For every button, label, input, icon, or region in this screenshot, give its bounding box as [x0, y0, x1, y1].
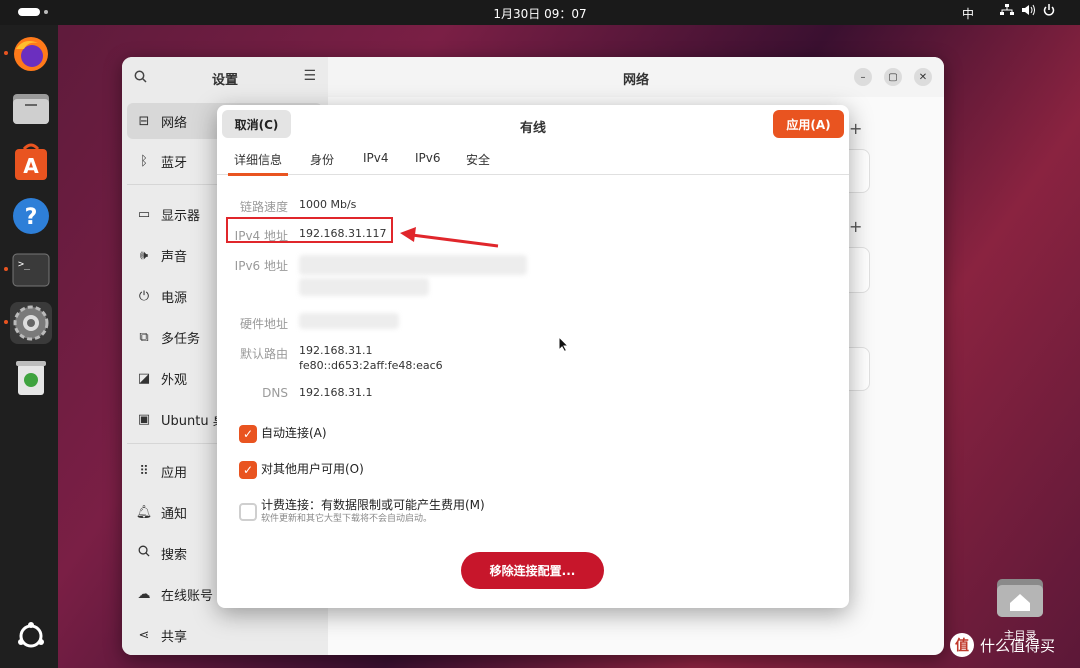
sidebar-item-label: 共享: [161, 629, 188, 645]
add-icon[interactable]: +: [849, 119, 862, 138]
cloud-icon: ☁: [137, 586, 151, 602]
sidebar-item-label: 显示器: [161, 208, 201, 224]
sidebar-item-label: 蓝牙: [161, 155, 188, 171]
watermark-logo-icon: 值: [950, 633, 974, 657]
ipv6-label: IPv6 地址: [234, 259, 288, 273]
watermark-text: 什么值得买: [980, 636, 1056, 655]
default-route-v6: fe80::d653:2aff:fe48:eac6: [299, 359, 443, 372]
settings-icon[interactable]: [4, 302, 52, 344]
power-menu-icon: [1043, 4, 1055, 19]
trash-icon[interactable]: [10, 357, 52, 399]
metered-sublabel: 软件更新和其它大型下载将不会自动启动。: [261, 514, 433, 524]
tab-ipv4[interactable]: IPv4: [363, 151, 389, 165]
dialog-header: 取消(C) 有线 应用(A): [217, 105, 849, 145]
hamburger-menu-icon[interactable]: ☰: [303, 68, 316, 84]
app-center-icon[interactable]: A: [10, 141, 52, 183]
dns-value: 192.168.31.1: [299, 386, 373, 399]
close-button[interactable]: ✕: [914, 68, 932, 86]
display-icon: ▭: [137, 206, 151, 222]
share-icon: ⋖: [138, 627, 150, 643]
sidebar-item-label: Ubuntu 桌: [161, 413, 226, 429]
watermark: 值 什么值得买: [950, 630, 1055, 660]
top-bar: 1月30日 09：07 中: [0, 0, 1080, 25]
multitasking-icon: ⧉: [139, 329, 149, 345]
sidebar-item-label: 外观: [161, 372, 188, 388]
clock[interactable]: 1月30日 09：07: [0, 5, 1080, 22]
all-users-label: 对其他用户可用(O): [261, 462, 364, 476]
volume-icon: [1022, 4, 1035, 19]
remove-connection-button[interactable]: 移除连接配置...: [461, 552, 604, 589]
page-title: 网络: [622, 73, 649, 88]
bell-icon: 🔔︎: [135, 504, 153, 520]
sidebar-item-label: 电源: [161, 290, 188, 306]
link-speed-value: 1000 Mb/s: [299, 198, 357, 211]
ubuntu-desktop-icon: ▣: [137, 411, 151, 427]
firefox-icon[interactable]: [4, 33, 52, 75]
wired-connection-dialog: 取消(C) 有线 应用(A) 详细信息 身份 IPv4 IPv6 安全 链路速度…: [217, 105, 849, 608]
all-users-checkbox[interactable]: ✓ 对其他用户可用(O): [239, 461, 364, 479]
sound-icon: 🕪: [139, 247, 149, 263]
sidebar-item-label: 通知: [161, 506, 188, 522]
svg-text:?: ?: [25, 205, 38, 230]
redacted-ipv6: [299, 278, 429, 296]
network-status-icon: [1000, 4, 1014, 19]
tab-identity[interactable]: 身份: [310, 151, 334, 168]
files-icon[interactable]: [10, 87, 52, 129]
checkmark-icon: ✓: [239, 425, 257, 443]
svg-text:A: A: [23, 154, 39, 178]
hardware-address-label: 硬件地址: [239, 317, 288, 331]
metered-checkbox[interactable]: 计费连接：有数据限制或可能产生费用(M) 软件更新和其它大型下载将不会自动启动。: [239, 497, 485, 525]
metered-label: 计费连接：有数据限制或可能产生费用(M): [261, 498, 485, 512]
default-route-label: 默认路由: [239, 347, 288, 361]
sidebar-item-label: 声音: [161, 249, 188, 265]
svg-text:>_: >_: [18, 259, 31, 270]
tab-details[interactable]: 详细信息: [227, 151, 289, 176]
input-method-indicator[interactable]: 中: [962, 5, 974, 22]
apps-icon: ⠿: [139, 463, 149, 479]
apply-button[interactable]: 应用(A): [773, 110, 844, 138]
help-icon[interactable]: ?: [10, 195, 52, 237]
dns-label: DNS: [262, 386, 288, 400]
mouse-cursor-icon: [558, 336, 570, 352]
dock: A ? >_: [0, 25, 58, 668]
appearance-icon: ◪: [137, 370, 151, 386]
main-header: 网络 – ▢ ✕: [328, 57, 944, 97]
minimize-button[interactable]: –: [854, 68, 872, 86]
add-icon[interactable]: +: [849, 217, 862, 236]
sidebar-item-label: 应用: [161, 465, 188, 481]
redacted-hardware-address: [299, 313, 399, 329]
checkmark-icon: ✓: [239, 461, 257, 479]
dialog-tabs: 详细信息 身份 IPv4 IPv6 安全: [217, 145, 849, 176]
dialog-title: 有线: [519, 121, 546, 136]
auto-connect-checkbox[interactable]: ✓ 自动连接(A): [239, 425, 327, 443]
power-icon: ⏻: [138, 288, 150, 304]
highlight-box: [226, 217, 393, 243]
sidebar-item-label: 搜索: [161, 547, 188, 563]
terminal-icon[interactable]: >_: [4, 249, 52, 291]
search-icon: [127, 545, 161, 561]
auto-connect-label: 自动连接(A): [261, 426, 327, 440]
maximize-button[interactable]: ▢: [884, 68, 902, 86]
network-icon: ⊟: [138, 113, 150, 129]
tab-security[interactable]: 安全: [466, 151, 490, 168]
checkbox-empty-icon: [239, 503, 257, 521]
sidebar-item-label: 网络: [161, 115, 188, 131]
system-menu[interactable]: [1000, 4, 1055, 19]
sidebar-title: 设置: [211, 73, 238, 88]
sidebar-item-label: 在线账号: [161, 588, 214, 604]
home-folder-icon[interactable]: [996, 575, 1044, 619]
redacted-ipv6: [299, 255, 527, 275]
bluetooth-icon: ᛒ: [140, 153, 148, 169]
tab-ipv6[interactable]: IPv6: [415, 151, 441, 165]
ubuntu-logo-icon[interactable]: [10, 615, 52, 657]
sidebar-item-sharing[interactable]: ⋖ 共享: [127, 617, 322, 653]
sidebar-item-label: 多任务: [161, 331, 201, 347]
default-route-v4: 192.168.31.1: [299, 344, 373, 357]
link-speed-label: 链路速度: [239, 200, 288, 214]
